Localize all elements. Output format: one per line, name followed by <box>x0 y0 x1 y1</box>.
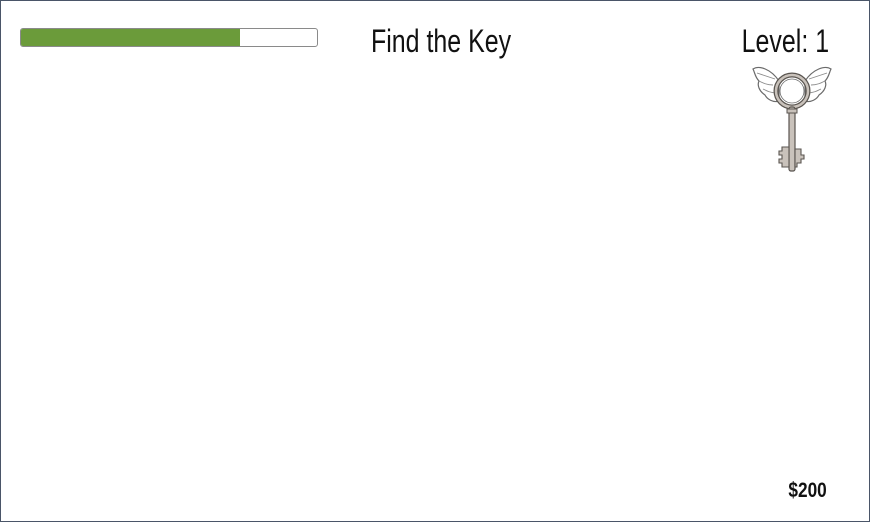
progress-bar <box>20 28 318 47</box>
game-stage[interactable]: Find the Key Level: 1 $200 <box>0 0 870 522</box>
game-title: Find the Key <box>371 23 512 59</box>
winged-key-icon <box>752 66 832 172</box>
money-label: $200 <box>788 479 827 502</box>
progress-fill <box>21 29 241 46</box>
level-label: Level: 1 <box>741 23 829 59</box>
